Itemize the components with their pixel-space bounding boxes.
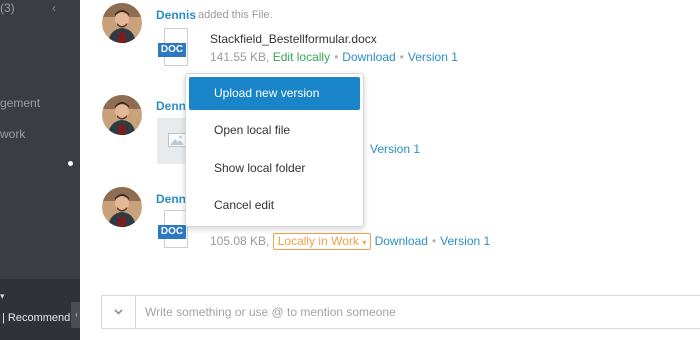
post-author[interactable]: Denn xyxy=(156,99,186,113)
file-size: 105.08 KB, xyxy=(210,234,270,248)
image-icon xyxy=(168,133,186,147)
file-meta: 141.55 KB, Edit locally • Download • Version… xyxy=(210,50,458,64)
post-action-text: added this File. xyxy=(198,9,273,21)
edit-locally-link[interactable]: Edit locally xyxy=(273,50,330,64)
chevron-down-icon xyxy=(114,309,123,315)
file-size: 141.55 KB, xyxy=(210,50,270,64)
doc-file-icon[interactable]: DOC xyxy=(158,28,188,68)
file-meta: 105.08 KB, Locally in Work ▾ Download • Ve… xyxy=(210,233,490,250)
sidebar-toggle-button[interactable]: ‹ xyxy=(71,302,80,328)
sidebar-collapse-icon[interactable]: ‹ xyxy=(52,1,56,15)
file-name[interactable]: Stackfield_Bestellformular.docx xyxy=(210,32,377,46)
comment-input[interactable]: Write something or use @ to mention some… xyxy=(145,305,396,319)
sidebar-notification-dot xyxy=(68,161,73,166)
comment-bar: Write something or use @ to mention some… xyxy=(101,295,700,329)
avatar[interactable] xyxy=(102,187,142,227)
chevron-down-icon: ▾ xyxy=(362,238,367,247)
avatar[interactable] xyxy=(102,3,142,43)
menu-item-upload-new-version[interactable]: Upload new version xyxy=(189,77,360,110)
download-link[interactable]: Download xyxy=(342,50,395,64)
doc-file-icon[interactable]: DOC xyxy=(158,210,188,250)
sidebar-item-management[interactable]: gement xyxy=(0,96,40,110)
locally-in-work-badge[interactable]: Locally in Work ▾ xyxy=(272,233,372,250)
sidebar-count: (3) xyxy=(0,1,15,15)
menu-item-cancel-edit[interactable]: Cancel edit xyxy=(189,189,360,222)
sidebar: (3) ‹ gement work ▾ | Recommend ‹ xyxy=(0,0,80,340)
comment-options-button[interactable] xyxy=(102,296,136,328)
separator-dot: • xyxy=(399,50,404,64)
post-author[interactable]: Denn xyxy=(156,192,186,206)
user-photo-icon xyxy=(102,95,142,135)
recommend-link[interactable]: | Recommend xyxy=(2,312,70,324)
menu-item-show-local-folder[interactable]: Show local folder xyxy=(189,152,360,185)
sidebar-caret-icon[interactable]: ▾ xyxy=(0,291,5,302)
version-link[interactable]: Version 1 xyxy=(370,142,420,156)
avatar[interactable] xyxy=(102,95,142,135)
post-author[interactable]: Dennis xyxy=(156,8,196,22)
sidebar-item-work[interactable]: work xyxy=(0,127,25,141)
file-action-menu: Upload new version Open local file Show … xyxy=(185,73,364,227)
separator-dot: • xyxy=(334,50,339,64)
user-photo-icon xyxy=(102,187,142,227)
menu-item-open-local-file[interactable]: Open local file xyxy=(189,114,360,147)
version-link[interactable]: Version 1 xyxy=(408,50,458,64)
user-photo-icon xyxy=(102,3,142,43)
sidebar-footer xyxy=(0,279,80,340)
separator-dot: • xyxy=(431,234,437,248)
version-link-container: Version 1 xyxy=(370,142,420,156)
version-link[interactable]: Version 1 xyxy=(440,234,490,248)
download-link[interactable]: Download xyxy=(375,234,428,248)
